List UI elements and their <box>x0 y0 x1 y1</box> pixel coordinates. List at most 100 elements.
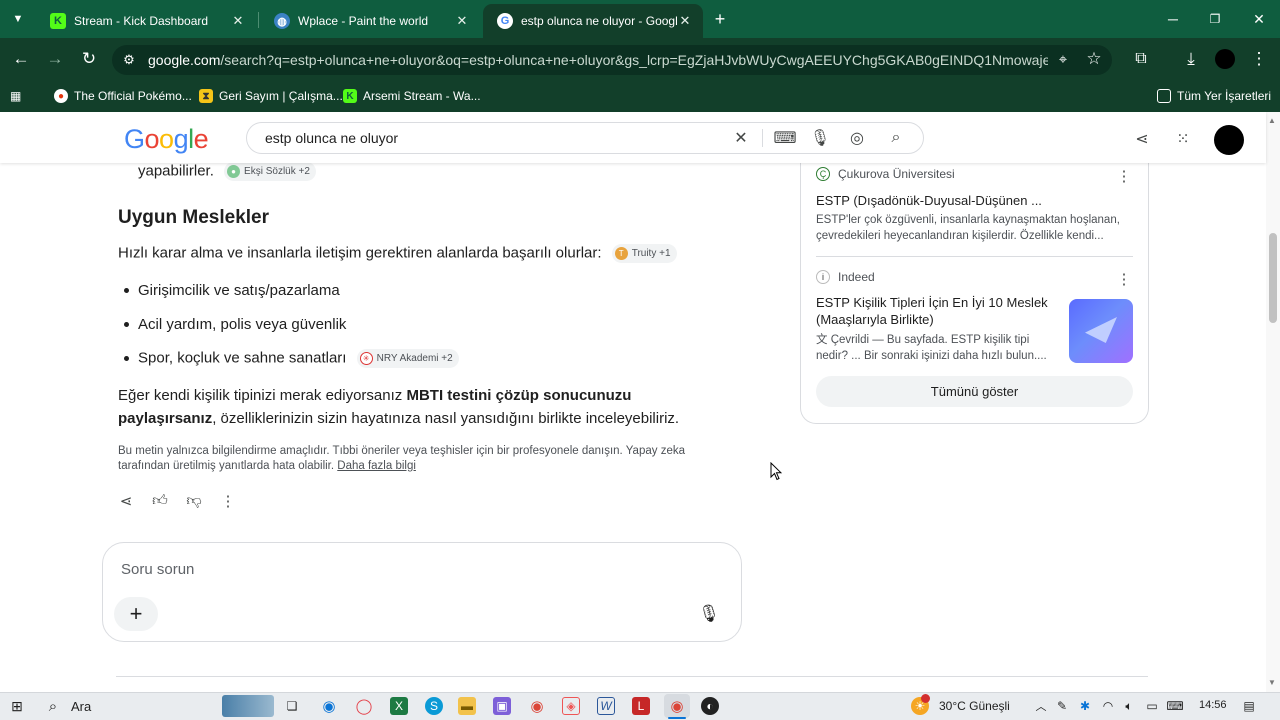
taskbar-search-icon[interactable]: ⌕ <box>44 697 62 715</box>
share-icon[interactable]: ⋖ <box>116 491 136 511</box>
chrome-active-icon[interactable]: ◉ <box>664 694 690 718</box>
profile-avatar[interactable] <box>1215 49 1235 69</box>
forward-icon[interactable]: → <box>42 46 68 72</box>
extensions-icon[interactable]: ⧉ <box>1128 46 1154 72</box>
taskbar-search-label[interactable]: Ara <box>71 699 91 714</box>
tray-chevron-icon[interactable]: ︿ <box>1032 697 1050 715</box>
lens-camera-icon[interactable]: ◎ <box>846 127 868 149</box>
site-info-icon[interactable]: ⚙ <box>116 47 142 73</box>
skype-icon[interactable]: S <box>425 697 443 715</box>
bookmark-arsemi-stream[interactable]: K Arsemi Stream - Wa... <box>343 87 481 105</box>
account-avatar[interactable] <box>1214 125 1244 155</box>
microphone-icon[interactable]: 🎙 <box>809 127 831 149</box>
chrome-icon[interactable]: ◉ <box>528 697 546 715</box>
voice-input-icon[interactable]: 🎙 <box>698 603 720 625</box>
bookmark-star-icon[interactable]: ☆ <box>1081 46 1107 72</box>
back-icon[interactable]: ← <box>8 46 34 72</box>
source-divider <box>816 256 1133 257</box>
source-chip-eksi[interactable]: ● Ekşi Sözlük +2 <box>224 162 316 181</box>
weather-widget[interactable]: 30°C Güneşli <box>939 699 1010 713</box>
source-menu-icon[interactable]: ⋮ <box>1116 167 1132 185</box>
edge-icon[interactable]: ◉ <box>320 697 338 715</box>
source-thumbnail[interactable] <box>1069 299 1133 363</box>
store-icon[interactable]: ▣ <box>493 697 511 715</box>
google-apps-icon[interactable]: ⁙ <box>1171 127 1195 151</box>
maximize-icon[interactable]: ❐ <box>1193 0 1237 38</box>
download-icon[interactable]: ⤓ <box>1178 46 1204 72</box>
source-title[interactable]: ESTP (Dışadönük-Duyusal-Düşünen ... <box>816 192 1042 209</box>
word-icon[interactable]: W <box>597 697 615 715</box>
close-tab-icon[interactable]: ✕ <box>454 13 470 29</box>
source-title[interactable]: (Maaşlarıyla Birlikte) <box>816 311 934 328</box>
apps-grid-icon[interactable]: ▦ <box>10 87 21 105</box>
thumbs-up-icon[interactable]: 👍︎ <box>150 491 170 511</box>
ask-input[interactable]: Soru sorun <box>121 561 194 578</box>
url-text[interactable]: google.com/search?q=estp+olunca+ne+oluyo… <box>148 52 1048 68</box>
url-path: /search?q=estp+olunca+ne+oluyor&oq=estp+… <box>220 52 1048 68</box>
battery-icon[interactable]: ▭ <box>1143 697 1161 715</box>
source-chip-nry[interactable]: ✳ NRY Akademi +2 <box>356 349 459 368</box>
globe-icon: ◍ <box>274 13 290 29</box>
scroll-up-arrow-icon[interactable]: ▲ <box>1268 116 1276 125</box>
close-tab-icon[interactable]: ✕ <box>230 13 246 29</box>
bookmark-geri-sayim[interactable]: ⧗ Geri Sayım | Çalışma... <box>199 87 343 105</box>
chip-label: NRY Akademi +2 <box>376 353 453 364</box>
tab-kick-dashboard[interactable]: K Stream - Kick Dashboard ✕ <box>36 4 256 38</box>
scroll-down-arrow-icon[interactable]: ▼ <box>1268 678 1276 687</box>
bluetooth-icon[interactable]: ✱ <box>1076 697 1094 715</box>
l-app-icon[interactable]: L <box>632 697 650 715</box>
page-scrollbar[interactable] <box>1266 112 1280 692</box>
search-input[interactable]: estp olunca ne oluyor <box>265 130 398 146</box>
all-bookmarks-folder[interactable]: Tüm Yer İşaretleri <box>1157 87 1271 105</box>
more-options-icon[interactable]: ⋮ <box>218 491 238 511</box>
google-logo[interactable]: Google <box>124 124 209 155</box>
new-tab-icon[interactable]: + <box>704 0 736 38</box>
tab-google-search[interactable]: G estp olunca ne oluyor - Google ✕ <box>483 4 703 38</box>
file-explorer-icon[interactable]: ▬ <box>458 697 476 715</box>
pen-icon[interactable]: ✎ <box>1053 697 1071 715</box>
reload-icon[interactable]: ↻ <box>76 46 102 72</box>
minimize-icon[interactable]: ─ <box>1151 0 1195 38</box>
excel-icon[interactable]: X <box>390 697 408 715</box>
keyboard-icon[interactable]: ⌨ <box>773 127 796 149</box>
show-all-button[interactable]: Tümünü göster <box>816 376 1133 407</box>
wifi-icon[interactable]: ◠ <box>1099 697 1117 715</box>
source-snippet: nedir? ... Bir sonraki işinizi daha hızl… <box>816 350 1047 362</box>
search-icon[interactable]: ⌕ <box>885 127 907 149</box>
tab-search-chevron-icon[interactable]: ▼ <box>0 0 36 38</box>
location-pin-icon[interactable]: ⌖ <box>1050 46 1076 72</box>
obs-icon[interactable]: ◐ <box>701 697 719 715</box>
translate-icon: 文 <box>816 334 828 346</box>
search-highlight-image[interactable] <box>222 695 274 717</box>
clear-search-icon[interactable]: ✕ <box>730 127 752 149</box>
tab-title: estp olunca ne oluyor - Google <box>521 14 677 28</box>
volume-icon[interactable]: 🔈︎ <box>1120 697 1138 715</box>
answer-top-line: yapabilirler. ● Ekşi Sözlük +2 <box>138 162 316 181</box>
share-icon[interactable]: ⋖ <box>1130 127 1154 151</box>
bookmark-pokemon[interactable]: ● The Official Pokémo... <box>54 87 192 105</box>
learn-more-link[interactable]: Daha fazla bilgi <box>337 460 416 472</box>
bullet-dot <box>124 322 129 327</box>
tab-wplace[interactable]: ◍ Wplace - Paint the world ✕ <box>260 4 480 38</box>
pdf-app-icon[interactable]: ◈ <box>562 697 580 715</box>
ask-question-box[interactable] <box>102 542 742 642</box>
notification-center-icon[interactable]: ▤ <box>1240 697 1258 715</box>
opera-icon[interactable]: ◯ <box>355 697 373 715</box>
mouse-cursor-icon <box>770 462 782 481</box>
source-title[interactable]: ESTP Kişilik Tipleri İçin En İyi 10 Mesl… <box>816 294 1048 311</box>
eksi-drop-icon: ● <box>227 165 241 178</box>
menu-dots-icon[interactable]: ⋮ <box>1246 46 1272 72</box>
bullet-dot <box>124 356 129 361</box>
source-menu-icon[interactable]: ⋮ <box>1116 270 1132 288</box>
source-chip-truity[interactable]: T Truity +1 <box>611 244 677 263</box>
clock[interactable]: 14:56 <box>1199 699 1227 711</box>
windows-start-icon[interactable]: ⊞ <box>8 697 26 715</box>
thumbs-down-icon[interactable]: 👎︎ <box>184 491 204 511</box>
keyboard-layout-icon[interactable]: ⌨ <box>1166 697 1184 715</box>
task-view-icon[interactable]: ❏ <box>283 697 301 715</box>
close-tab-icon[interactable]: ✕ <box>677 13 693 29</box>
window-close-icon[interactable]: ✕ <box>1237 0 1280 38</box>
section-heading: Uygun Meslekler <box>118 207 269 228</box>
add-attachment-icon[interactable]: + <box>114 597 158 631</box>
scrollbar-thumb[interactable] <box>1269 233 1277 323</box>
